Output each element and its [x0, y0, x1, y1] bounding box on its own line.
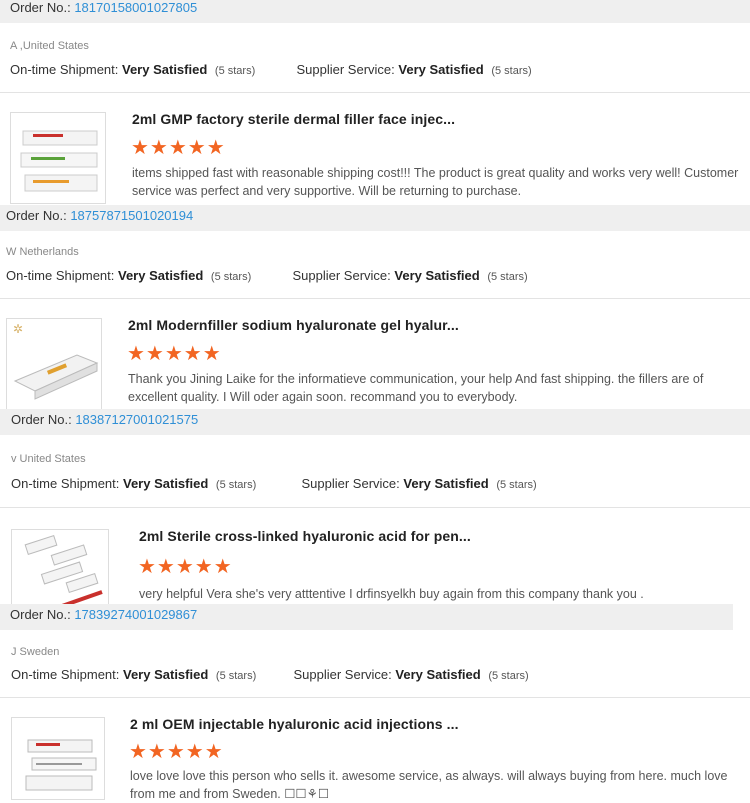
review-text: love love love this person who sells it.… — [130, 769, 728, 801]
customer-location: A ,United States — [10, 40, 89, 52]
review-text: very helpful Vera she's very atttentive … — [139, 587, 644, 601]
order-label: Order No.: — [10, 0, 71, 15]
service-label: Supplier Service: — [293, 667, 392, 682]
customer-location: J Sweden — [11, 646, 60, 658]
review-stars: ★★★★★ — [129, 741, 224, 763]
product-box-image — [24, 534, 103, 608]
product-box-image — [20, 130, 98, 192]
review-stars: ★★★★★ — [131, 137, 226, 159]
product-thumbnail[interactable] — [11, 717, 105, 800]
svg-text:✲: ✲ — [13, 322, 23, 336]
order-bar: Order No.: 18757871501020194 — [0, 205, 750, 231]
shipment-label: On-time Shipment: — [11, 667, 120, 682]
service-value: Very Satisfied — [398, 62, 484, 77]
divider — [0, 298, 750, 299]
shipment-value: Very Satisfied — [123, 667, 209, 682]
shipment-label: On-time Shipment: — [6, 268, 115, 283]
shipment-label: On-time Shipment: — [10, 62, 119, 77]
order-bar: Order No.: 18170158001027805 — [0, 0, 750, 23]
service-stars: (5 stars) — [496, 479, 537, 491]
divider — [0, 92, 750, 93]
shipment-value: Very Satisfied — [123, 476, 209, 491]
shipment-label: On-time Shipment: — [11, 476, 120, 491]
review-text: items shipped fast with reasonable shipp… — [132, 166, 739, 198]
service-label: Supplier Service: — [292, 268, 391, 283]
service-value: Very Satisfied — [394, 268, 480, 283]
rating-summary: On-time Shipment: Very Satisfied (5 star… — [11, 667, 529, 682]
order-number-link[interactable]: 18170158001027805 — [74, 0, 197, 15]
order-label: Order No.: — [6, 208, 67, 223]
divider — [0, 697, 750, 698]
service-stars: (5 stars) — [491, 65, 532, 77]
product-box-image — [25, 739, 97, 791]
product-thumbnail[interactable]: ✲ — [6, 318, 102, 410]
service-value: Very Satisfied — [395, 667, 481, 682]
order-number-link[interactable]: 18757871501020194 — [70, 208, 193, 223]
product-title-link[interactable]: 2ml Sterile cross-linked hyaluronic acid… — [139, 528, 471, 544]
shipment-stars: (5 stars) — [215, 479, 257, 491]
shipment-value: Very Satisfied — [118, 268, 204, 283]
shipment-value: Very Satisfied — [122, 62, 208, 77]
customer-location: v United States — [11, 453, 86, 465]
review-text: Thank you Jining Laike for the informati… — [128, 372, 704, 404]
divider — [0, 507, 750, 508]
rating-summary: On-time Shipment: Very Satisfied (5 star… — [10, 62, 532, 77]
rating-summary: On-time Shipment: Very Satisfied (5 star… — [6, 268, 528, 283]
order-label: Order No.: — [10, 607, 71, 622]
order-bar: Order No.: 18387127001021575 — [0, 409, 750, 435]
product-box-image: ✲ — [13, 322, 99, 400]
review-stars: ★★★★★ — [138, 556, 233, 578]
rating-summary: On-time Shipment: Very Satisfied (5 star… — [11, 476, 537, 491]
product-title-link[interactable]: 2ml GMP factory sterile dermal filler fa… — [132, 111, 455, 127]
customer-location: W Netherlands — [6, 246, 79, 258]
product-thumbnail[interactable] — [11, 529, 109, 609]
shipment-stars: (5 stars) — [215, 670, 257, 682]
service-value: Very Satisfied — [403, 476, 489, 491]
service-label: Supplier Service: — [296, 62, 395, 77]
order-bar: Order No.: 17839274001029867 — [0, 604, 733, 630]
service-label: Supplier Service: — [301, 476, 400, 491]
service-stars: (5 stars) — [488, 670, 529, 682]
service-stars: (5 stars) — [487, 271, 528, 283]
shipment-stars: (5 stars) — [214, 65, 256, 77]
shipment-stars: (5 stars) — [210, 271, 252, 283]
order-number-link[interactable]: 17839274001029867 — [74, 607, 197, 622]
review-stars: ★★★★★ — [127, 343, 222, 365]
order-number-link[interactable]: 18387127001021575 — [75, 412, 198, 427]
product-title-link[interactable]: 2 ml OEM injectable hyaluronic acid inje… — [130, 716, 459, 732]
product-thumbnail[interactable] — [10, 112, 106, 204]
product-title-link[interactable]: 2ml Modernfiller sodium hyaluronate gel … — [128, 317, 459, 333]
order-label: Order No.: — [11, 412, 72, 427]
